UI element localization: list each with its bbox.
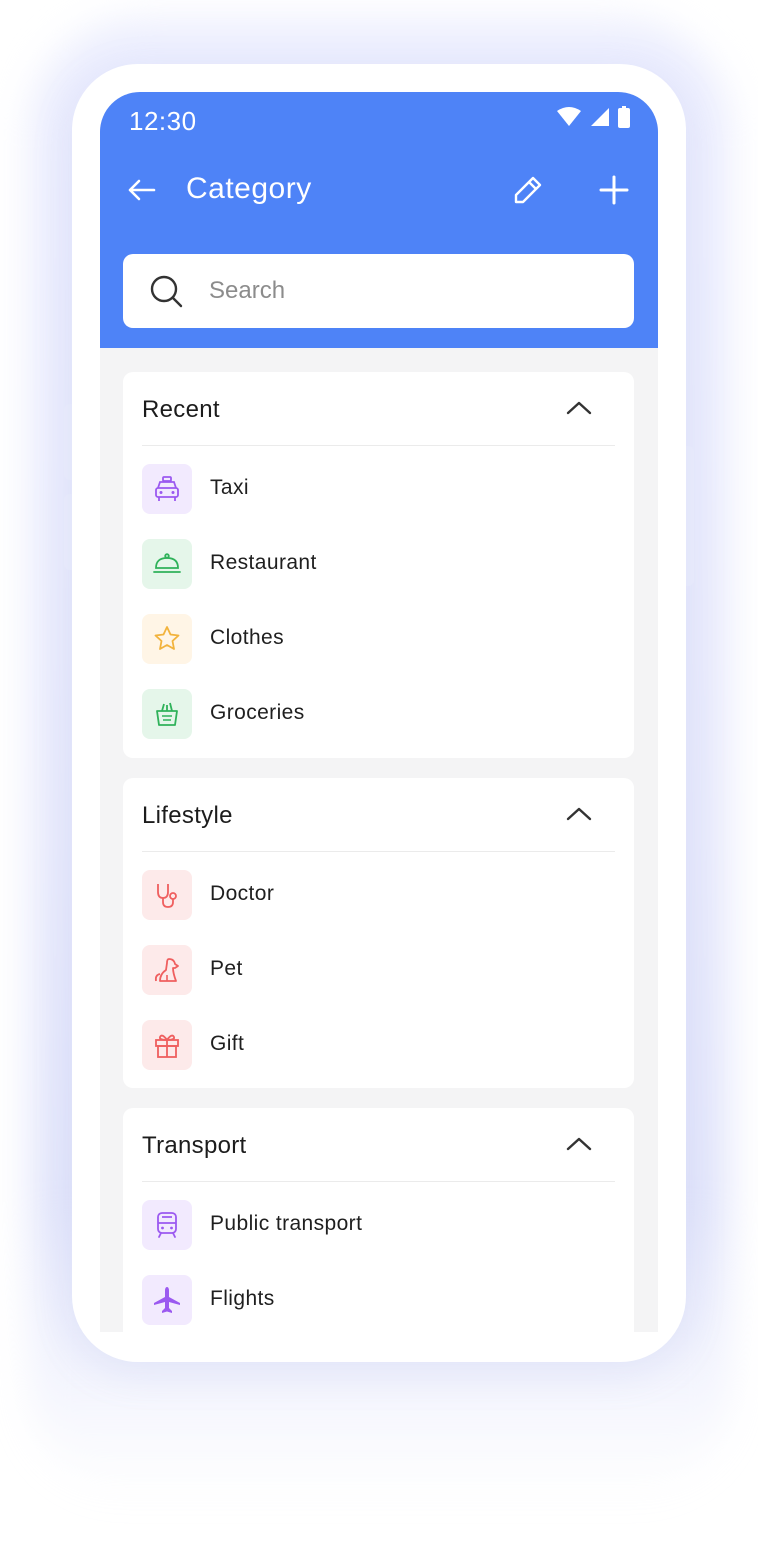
app-screen: 12:30 Category Search Recent Taxi Restau… xyxy=(100,92,658,1332)
category-item-flights[interactable]: Flights xyxy=(142,1275,634,1332)
stethoscope-icon xyxy=(142,870,192,920)
section-header[interactable]: Recent xyxy=(142,372,615,446)
section-title: Recent xyxy=(142,396,220,423)
dog-icon xyxy=(142,945,192,995)
page-title: Category xyxy=(186,172,312,205)
category-item-groceries[interactable]: Groceries xyxy=(142,689,634,764)
category-item-taxi[interactable]: Taxi xyxy=(142,464,634,539)
status-icons xyxy=(556,106,630,128)
signal-icon xyxy=(591,108,609,126)
airplane-icon xyxy=(142,1275,192,1325)
category-label: Public transport xyxy=(210,1212,363,1235)
add-icon[interactable] xyxy=(596,172,632,208)
search-bar[interactable] xyxy=(123,254,634,328)
battery-icon xyxy=(618,106,630,128)
status-time: 12:30 xyxy=(129,106,197,136)
category-label: Clothes xyxy=(210,626,285,649)
wifi-icon xyxy=(557,107,581,126)
category-item-gift[interactable]: Gift xyxy=(142,1020,634,1095)
category-item-public-transport[interactable]: Public transport xyxy=(142,1200,634,1275)
category-label: Taxi xyxy=(210,476,249,499)
category-label: Pet xyxy=(210,957,243,980)
stage: 12:30 Category Search Recent Taxi Restau… xyxy=(0,0,758,1549)
app-header: 12:30 Category xyxy=(100,92,658,348)
chevron-up-icon[interactable] xyxy=(565,1133,593,1155)
section-transport: Transport Public transport Flights xyxy=(123,1108,634,1332)
cloche-icon xyxy=(142,539,192,589)
edit-pencil-icon[interactable] xyxy=(510,172,546,208)
grocery-basket-icon xyxy=(142,689,192,739)
category-item-restaurant[interactable]: Restaurant xyxy=(142,539,634,614)
category-label: Groceries xyxy=(210,701,305,724)
star-icon xyxy=(142,614,192,664)
chevron-up-icon[interactable] xyxy=(565,803,593,825)
bus-icon xyxy=(142,1200,192,1250)
section-header[interactable]: Transport xyxy=(142,1108,615,1182)
category-label: Doctor xyxy=(210,882,275,905)
category-item-doctor[interactable]: Doctor xyxy=(142,870,634,945)
category-item-pet[interactable]: Pet xyxy=(142,945,634,1020)
category-label: Gift xyxy=(210,1032,245,1055)
search-input[interactable] xyxy=(209,254,609,328)
section-title: Transport xyxy=(142,1132,247,1159)
search-icon xyxy=(150,275,183,308)
category-item-clothes[interactable]: Clothes xyxy=(142,614,634,689)
taxi-icon xyxy=(142,464,192,514)
section-recent: Recent Taxi Restaurant Clothes Groceries xyxy=(123,372,634,758)
section-header[interactable]: Lifestyle xyxy=(142,778,615,852)
section-lifestyle: Lifestyle Doctor Pet Gift xyxy=(123,778,634,1088)
chevron-up-icon[interactable] xyxy=(565,397,593,419)
gift-icon xyxy=(142,1020,192,1070)
category-label: Restaurant xyxy=(210,551,317,574)
category-label: Flights xyxy=(210,1287,275,1310)
section-title: Lifestyle xyxy=(142,802,233,829)
back-arrow-icon[interactable] xyxy=(124,172,160,208)
